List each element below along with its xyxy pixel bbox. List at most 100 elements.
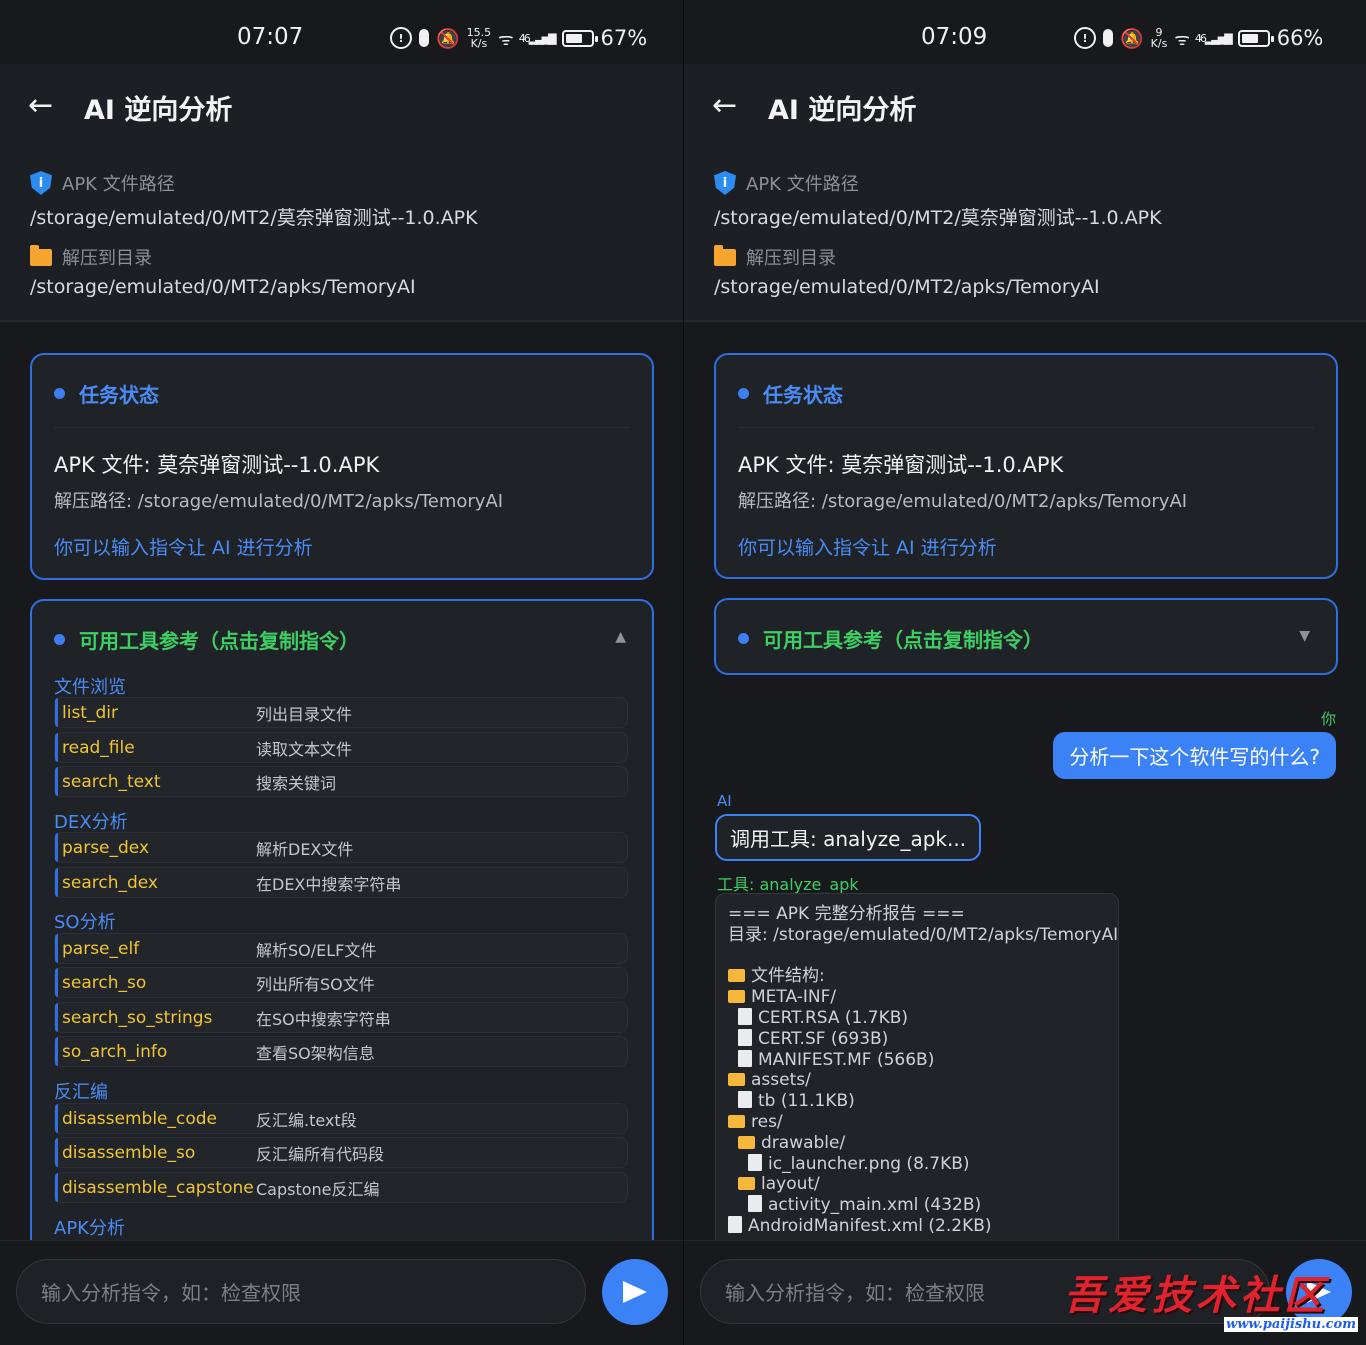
user-label: 你 — [1320, 710, 1336, 728]
tools-reference-card-collapsed[interactable]: 可用工具参考（点击复制指令） ▼ — [714, 598, 1338, 675]
tool-name: disassemble_code — [62, 1108, 217, 1129]
bell-off-icon: 🔕 — [1120, 27, 1144, 50]
microphone-icon — [1103, 29, 1113, 47]
tool-name: disassemble_capstone — [62, 1177, 254, 1198]
tool-row[interactable]: disassemble_capstone Capstone反汇编 — [54, 1172, 628, 1203]
battery-fill — [565, 33, 582, 43]
tool-name: parse_dex — [62, 837, 150, 858]
page-title: AI 逆向分析 — [768, 95, 917, 126]
collapse-arrow-icon[interactable]: ▲ — [615, 629, 626, 645]
tool-row[interactable]: parse_elf 解析SO/ELF文件 — [54, 933, 628, 964]
result-line-text: drawable/ — [761, 1132, 846, 1153]
folder-icon — [714, 244, 736, 266]
file-icon — [748, 1153, 762, 1171]
apk-path-label-row: i APK 文件路径 — [714, 170, 859, 196]
tool-desc: 搜索关键词 — [256, 773, 337, 793]
page-title: AI 逆向分析 — [84, 95, 233, 126]
hint-text: 你可以输入指令让 AI 进行分析 — [54, 537, 313, 559]
result-line: tb (11.1KB) — [728, 1091, 1106, 1112]
result-line-text: AndroidManifest.xml (2.2KB) — [748, 1215, 992, 1236]
tools-reference-title: 可用工具参考（点击复制指令） — [79, 629, 359, 653]
send-icon — [623, 1281, 647, 1303]
network-speed-unit: K/s — [1150, 37, 1168, 50]
folder-icon — [738, 1177, 755, 1191]
command-input-placeholder: 输入分析指令，如：检查权限 — [41, 1281, 301, 1305]
category-so: SO分析 — [54, 912, 116, 933]
task-status-header: 任务状态 — [54, 379, 159, 408]
tool-row[interactable]: search_so_strings 在SO中搜索字符串 — [54, 1002, 628, 1033]
tool-desc: Capstone反汇编 — [256, 1179, 380, 1199]
shield-info-icon: i — [714, 171, 736, 195]
result-line: CERT.SF (693B) — [728, 1028, 1106, 1050]
watermark-url: www.paijishu.com — [1224, 1317, 1358, 1332]
status-bar: 07:09 ! 🔕 9 K/s ᯤ 46▂▃▅▇ 66% — [684, 0, 1366, 64]
tool-desc: 解析SO/ELF文件 — [256, 940, 377, 960]
privacy-icon: ! — [390, 27, 412, 49]
result-line: 文件结构: — [728, 966, 1106, 987]
battery-icon — [561, 29, 598, 47]
command-input-placeholder: 输入分析指令，如：检查权限 — [725, 1281, 985, 1305]
bullet-dot-icon — [738, 388, 749, 399]
tool-desc: 反汇编所有代码段 — [256, 1144, 385, 1164]
tool-desc: 列出所有SO文件 — [256, 974, 375, 994]
result-line: drawable/ — [728, 1133, 1106, 1154]
left-phone-screen: 07:07 ! 🔕 15.5 K/s ᯤ 46▂▃▅▇ 67% ← AI 逆向分析… — [0, 0, 683, 1345]
tool-call-label: 工具: analyze_apk — [717, 875, 859, 894]
tool-name: disassemble_so — [62, 1142, 196, 1163]
tool-desc: 查看SO架构信息 — [256, 1043, 375, 1063]
result-line-text: layout/ — [761, 1174, 820, 1195]
send-button[interactable] — [602, 1259, 668, 1325]
network-speed: 9 K/s — [1151, 27, 1168, 49]
expand-arrow-icon[interactable]: ▼ — [1299, 628, 1310, 644]
tool-row[interactable]: search_dex 在DEX中搜索字符串 — [54, 867, 628, 898]
battery-fill — [1241, 33, 1258, 43]
result-line: AndroidManifest.xml (2.2KB) — [728, 1215, 1106, 1237]
tools-reference-title: 可用工具参考（点击复制指令） — [763, 628, 1043, 652]
result-line-text: CERT.RSA (1.7KB) — [758, 1007, 909, 1028]
tool-row[interactable]: read_file 读取文本文件 — [54, 732, 628, 763]
tool-row[interactable]: disassemble_so 反汇编所有代码段 — [54, 1137, 628, 1168]
header: ← AI 逆向分析 i APK 文件路径 /storage/emulated/0… — [684, 64, 1366, 322]
tool-name: search_dex — [62, 872, 158, 893]
tool-name: search_so_strings — [62, 1007, 213, 1028]
extract-dir-label: 解压到目录 — [62, 248, 152, 269]
tool-row[interactable]: search_text 搜索关键词 — [54, 766, 628, 797]
file-icon — [738, 1091, 752, 1109]
bell-off-icon: 🔕 — [436, 27, 460, 50]
tool-row[interactable]: list_dir 列出目录文件 — [54, 697, 628, 728]
clock: 07:09 — [921, 24, 988, 50]
back-arrow-icon[interactable]: ← — [712, 88, 737, 123]
back-arrow-icon[interactable]: ← — [28, 88, 53, 123]
result-line: layout/ — [728, 1174, 1106, 1195]
extract-dir-label-row: 解压到目录 — [30, 244, 152, 270]
result-line: 目录: /storage/emulated/0/MT2/apks/TemoryA… — [728, 925, 1118, 946]
ai-label: AI — [717, 792, 732, 810]
tool-name: read_file — [62, 737, 135, 758]
category-apk: APK分析 — [54, 1218, 125, 1239]
shield-info-icon: i — [30, 171, 52, 195]
category-disassemble: 反汇编 — [54, 1082, 108, 1103]
result-line-text: META-INF/ — [751, 987, 837, 1008]
battery-percent: 67% — [600, 26, 648, 50]
battery-percent: 66% — [1276, 26, 1324, 50]
hint-text: 你可以输入指令让 AI 进行分析 — [738, 537, 997, 559]
tool-row[interactable]: so_arch_info 查看SO架构信息 — [54, 1036, 628, 1067]
result-line-text: 目录: /storage/emulated/0/MT2/apks/TemoryA… — [728, 924, 1119, 945]
tool-name: search_text — [62, 771, 161, 792]
tool-desc: 在SO中搜索字符串 — [256, 1009, 391, 1029]
clock: 07:07 — [237, 24, 304, 50]
tools-reference-header[interactable]: 可用工具参考（点击复制指令） — [54, 625, 359, 654]
tool-row[interactable]: disassemble_code 反汇编.text段 — [54, 1103, 628, 1134]
task-status-title: 任务状态 — [79, 383, 159, 407]
folder-icon — [728, 969, 745, 983]
tool-desc: 在DEX中搜索字符串 — [256, 874, 402, 894]
tool-row[interactable]: search_so 列出所有SO文件 — [54, 967, 628, 998]
category-file-browse: 文件浏览 — [54, 677, 126, 698]
header: ← AI 逆向分析 i APK 文件路径 /storage/emulated/0… — [0, 64, 683, 322]
tool-desc: 读取文本文件 — [256, 739, 353, 759]
apk-path-label: APK 文件路径 — [746, 174, 859, 195]
tools-reference-header[interactable]: 可用工具参考（点击复制指令） — [738, 624, 1043, 653]
category-dex: DEX分析 — [54, 812, 128, 833]
tool-row[interactable]: parse_dex 解析DEX文件 — [54, 832, 628, 863]
command-input[interactable]: 输入分析指令，如：检查权限 — [16, 1259, 586, 1324]
